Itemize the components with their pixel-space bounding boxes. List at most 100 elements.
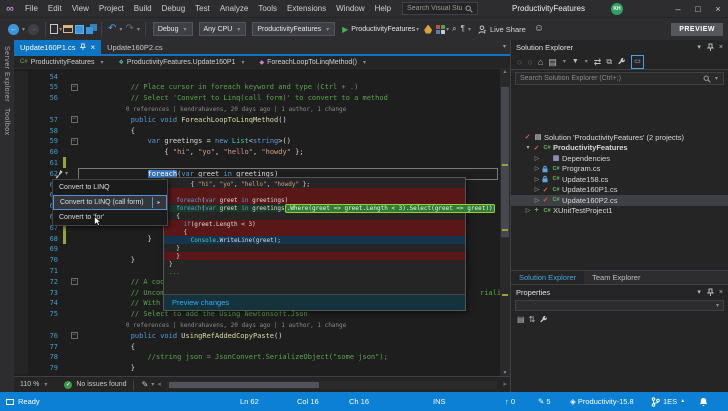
breakpoint-margin[interactable]	[14, 341, 28, 352]
switch-views-icon[interactable]: ▤	[548, 56, 557, 68]
breakpoint-margin[interactable]	[14, 352, 28, 363]
breakpoint-margin[interactable]	[14, 147, 28, 158]
pending-edits[interactable]: ✎ 5	[538, 392, 551, 411]
close-panel-icon[interactable]: ×	[719, 44, 723, 51]
menu-item-window[interactable]: Window	[331, 0, 369, 18]
breadcrumb-segment[interactable]: ❖ProductivityFeatures.Update160P1▾	[119, 59, 246, 66]
new-file-icon[interactable]	[50, 24, 58, 34]
alphabetical-sort-icon[interactable]: ⇅	[529, 315, 536, 324]
code-line[interactable]: 78 //string json = JsonConvert.Serialize…	[14, 352, 500, 363]
tree-item[interactable]: ▷C#Update158.cs	[511, 174, 728, 185]
panel-tab-solution-explorer[interactable]: Solution Explorer	[511, 271, 584, 284]
save-all-icon[interactable]	[86, 24, 97, 34]
code-line[interactable]: 58 {	[14, 125, 500, 136]
breakpoint-margin[interactable]	[14, 168, 28, 179]
find-in-files-icon[interactable]: ⌕	[452, 22, 456, 36]
character-indicator[interactable]: Ch 16	[349, 392, 369, 411]
minimize-button[interactable]: –	[668, 0, 688, 18]
navigate-back-dropdown-icon[interactable]: ▾	[22, 26, 25, 33]
menu-item-project[interactable]: Project	[94, 0, 129, 18]
menu-item-file[interactable]: File	[20, 0, 43, 18]
search-options-dropdown-icon[interactable]: ▾	[715, 75, 718, 82]
breakpoint-margin[interactable]	[14, 255, 28, 266]
tree-item[interactable]: ✓▤Solution 'ProductivityFeatures' (2 pro…	[511, 132, 728, 143]
code-line[interactable]: 54	[14, 71, 500, 82]
breakpoint-margin[interactable]	[14, 363, 28, 374]
extensions-grid-icon[interactable]	[436, 25, 445, 34]
filter-icon[interactable]: ▼	[572, 56, 579, 68]
expanded-arrow-icon[interactable]: ▾	[524, 144, 532, 151]
scroll-right-icon[interactable]: ▸	[503, 378, 507, 392]
tree-item[interactable]: ▾✓C#ProductivityFeatures	[511, 143, 728, 154]
text-tool-icon[interactable]: ¶	[461, 22, 465, 36]
switch-views-dropdown-icon[interactable]: ▾	[563, 58, 566, 65]
menu-item-extensions[interactable]: Extensions	[282, 0, 331, 18]
tree-item[interactable]: ▷+C#XUnitTestProject1	[511, 206, 728, 217]
breakpoint-margin[interactable]	[14, 211, 28, 222]
breakpoint-margin[interactable]	[14, 201, 28, 212]
menu-item[interactable]: Convert to LINQ	[53, 180, 167, 195]
branch-selector[interactable]: 1ES ▲	[651, 392, 685, 411]
quick-actions-dropdown-icon[interactable]: ▾	[65, 170, 68, 177]
collapse-box-icon[interactable]: −	[71, 116, 78, 123]
solution-explorer-search-box[interactable]: Search Solution Explorer (Ctrl+;) ▾	[515, 72, 724, 85]
close-panel-icon[interactable]: ×	[719, 289, 723, 296]
collapse-box-icon[interactable]: −	[71, 84, 78, 91]
issues-status[interactable]: No issues found	[76, 381, 126, 388]
editor-horizontal-scrollbar[interactable]	[167, 381, 498, 389]
breakpoint-margin[interactable]	[14, 136, 28, 147]
tool-dropdown-icon[interactable]: ▾	[468, 26, 471, 33]
preview-selected-items-icon[interactable]: ▭	[631, 55, 644, 69]
tree-item[interactable]: ▷✓C#Update160P2.cs	[511, 195, 728, 206]
undo-dropdown-icon[interactable]: ▾	[119, 26, 122, 33]
code-line[interactable]: 0 references | kendrahavens, 20 days ago…	[14, 103, 500, 114]
quick-actions-gutter[interactable]: ▾	[54, 168, 78, 179]
breakpoint-margin[interactable]	[14, 103, 28, 114]
breakpoint-margin[interactable]	[14, 233, 28, 244]
scrollbar-thumb[interactable]	[501, 87, 509, 237]
pin-icon[interactable]	[706, 288, 714, 297]
breakpoint-margin[interactable]	[14, 71, 28, 82]
breadcrumb-dropdown-icon[interactable]: ▾	[363, 59, 366, 66]
code-line[interactable]: 57− public void ForeachLoopToLinqMethod(…	[14, 114, 500, 125]
breakpoint-margin[interactable]	[14, 114, 28, 125]
close-button[interactable]: ×	[708, 0, 728, 18]
tree-item[interactable]: ▷C#Program.cs	[511, 164, 728, 175]
collapse-box-icon[interactable]: −	[71, 138, 78, 145]
open-file-icon[interactable]	[63, 25, 73, 33]
profiler-icon[interactable]	[424, 25, 432, 34]
editor-vertical-scrollbar[interactable]: ▲ ▼	[500, 69, 510, 376]
breakpoint-margin[interactable]	[14, 179, 28, 190]
menu-item-edit[interactable]: Edit	[43, 0, 67, 18]
code-line[interactable]: 55− // Place cursor in foreach keyword a…	[14, 82, 500, 93]
live-share-button[interactable]: Live Share	[478, 25, 526, 34]
code-line[interactable]: 79 }	[14, 363, 500, 374]
breakpoint-margin[interactable]	[14, 276, 28, 287]
breakpoint-margin[interactable]	[14, 330, 28, 341]
sync-with-active-document-icon[interactable]: ⇄	[594, 56, 602, 68]
breakpoint-margin[interactable]	[14, 287, 28, 298]
properties-object-dropdown[interactable]: ▾	[515, 300, 724, 311]
menu-item[interactable]: Convert to LINQ (call form)▸	[53, 195, 167, 210]
solution-explorer-header[interactable]: Solution Explorer ▾ ×	[511, 40, 728, 54]
menu-item-analyze[interactable]: Analyze	[215, 0, 253, 18]
start-debugging-button[interactable]: ▶ ProductivityFeatures▾	[342, 25, 420, 34]
window-position-dropdown-icon[interactable]: ▾	[697, 288, 701, 296]
code-line[interactable]: 76− public void UsingRefAddedCopyPaste()	[14, 330, 500, 341]
maximize-button[interactable]: □	[688, 0, 708, 18]
close-tab-icon[interactable]: ×	[90, 43, 95, 52]
menu-item[interactable]: Convert to 'for'	[53, 210, 167, 225]
collapsed-arrow-icon[interactable]: ▷	[533, 176, 541, 183]
window-position-dropdown-icon[interactable]: ▾	[697, 43, 701, 51]
breakpoint-margin[interactable]	[14, 190, 28, 201]
search-visual-studio-box[interactable]: Search Visual Studio...	[402, 2, 478, 15]
pen-edits-icon[interactable]: ✎	[142, 378, 149, 392]
grid-dropdown-icon[interactable]: ▾	[446, 26, 449, 33]
redo-icon[interactable]: ↷	[125, 22, 133, 36]
navigate-back-icon[interactable]: ←	[8, 24, 19, 35]
breadcrumb-dropdown-icon[interactable]: ▾	[241, 59, 244, 66]
breakpoint-margin[interactable]	[14, 265, 28, 276]
breakpoint-margin[interactable]	[14, 244, 28, 255]
collapsed-arrow-icon[interactable]: ▷	[533, 197, 541, 204]
home-icon[interactable]: ⌂	[538, 56, 543, 68]
